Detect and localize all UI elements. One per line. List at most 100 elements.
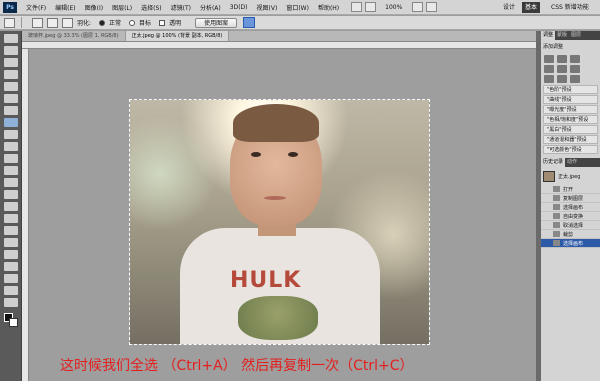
preset-curves[interactable]: "曲线"预设 xyxy=(543,95,598,104)
dodge-tool-icon[interactable] xyxy=(4,202,18,211)
adjust-icon-row-3 xyxy=(544,75,597,83)
menu-image[interactable]: 图像(I) xyxy=(85,3,103,12)
preset-black-white[interactable]: "黑白"预设 xyxy=(543,125,598,134)
shape-tool-icon[interactable] xyxy=(4,250,18,259)
document-tab-glass[interactable]: 玻璃杯.jpeg @ 33.3% (图层 1, RGB/8) xyxy=(22,31,126,41)
menu-edit[interactable]: 编辑(E) xyxy=(55,3,75,12)
subtract-selection-icon[interactable] xyxy=(62,17,73,28)
levels-icon[interactable] xyxy=(557,55,567,63)
history-item[interactable]: 选择画布 xyxy=(541,203,600,212)
history-panel-tabs: 历史记录 动作 xyxy=(541,158,600,167)
history-item[interactable]: 自由变换 xyxy=(541,212,600,221)
adjust-icon-row-2 xyxy=(544,65,597,73)
history-item-label: 复制图层 xyxy=(563,195,584,202)
brightness-icon[interactable] xyxy=(544,55,554,63)
hand-tool-icon[interactable] xyxy=(4,286,18,295)
menu-filter[interactable]: 滤镜(T) xyxy=(171,3,191,12)
curves-icon[interactable] xyxy=(570,55,580,63)
menu-select[interactable]: 选择(S) xyxy=(141,3,162,12)
pattern-picker-icon[interactable] xyxy=(243,17,256,28)
pen-tool-icon[interactable] xyxy=(4,214,18,223)
patch-tool-icon[interactable] xyxy=(4,118,18,127)
menu-bar: Ps 文件(F) 编辑(E) 图像(I) 图层(L) 选择(S) 滤镜(T) 分… xyxy=(0,0,600,15)
document-tab-active[interactable]: 正太.jpeg @ 100% (背景 副本, RGB/8) xyxy=(125,31,230,41)
mini-bridge-icon[interactable] xyxy=(365,2,377,12)
screen-mode-icon[interactable] xyxy=(426,2,438,12)
crop-tool-icon[interactable] xyxy=(4,82,18,91)
move-tool-icon[interactable] xyxy=(4,34,18,43)
history-step-icon xyxy=(553,204,560,210)
mode-target-radio[interactable] xyxy=(129,19,136,26)
preset-levels[interactable]: "色阶"预设 xyxy=(543,85,598,94)
add-selection-icon[interactable] xyxy=(47,17,58,28)
history-item[interactable]: 裁剪 xyxy=(541,230,600,239)
feather-label: 羽化: xyxy=(77,20,92,27)
tab-history[interactable]: 历史记录 xyxy=(541,158,566,167)
history-brush-tool-icon[interactable] xyxy=(4,154,18,163)
menu-file[interactable]: 文件(F) xyxy=(26,3,46,12)
divider xyxy=(21,17,22,28)
3d-rotate-tool-icon[interactable] xyxy=(4,262,18,271)
history-step-icon xyxy=(553,195,560,201)
brush-tool-icon[interactable] xyxy=(4,130,18,139)
snapshot-thumbnail xyxy=(543,170,555,182)
tool-preset-icon[interactable] xyxy=(4,17,15,28)
path-select-tool-icon[interactable] xyxy=(4,238,18,247)
preset-selective-color[interactable]: "可选颜色"预设 xyxy=(543,145,598,154)
menu-layer[interactable]: 图层(L) xyxy=(112,3,132,12)
preset-hue-saturation[interactable]: "色相/饱和度"预设 xyxy=(543,115,598,124)
preset-exposure[interactable]: "曝光度"预设 xyxy=(543,105,598,114)
background-color-swatch[interactable] xyxy=(9,318,18,327)
tab-actions[interactable]: 动作 xyxy=(565,158,579,167)
invert-icon[interactable] xyxy=(544,75,554,83)
bridge-icon[interactable] xyxy=(351,2,363,12)
hue-saturation-icon[interactable] xyxy=(557,65,567,73)
menu-help[interactable]: 帮助(H) xyxy=(318,3,339,12)
adjust-icon-row-1 xyxy=(544,55,597,63)
3d-orbit-tool-icon[interactable] xyxy=(4,274,18,283)
preset-channel-mixer[interactable]: "通道混和器"预设 xyxy=(543,135,598,144)
history-item-active[interactable]: 选择画布 xyxy=(541,239,600,248)
gradient-tool-icon[interactable] xyxy=(4,178,18,187)
vibrance-icon[interactable] xyxy=(544,65,554,73)
color-balance-icon[interactable] xyxy=(570,65,580,73)
tab-adjustments[interactable]: 调整 xyxy=(541,31,556,40)
blur-tool-icon[interactable] xyxy=(4,190,18,199)
zoom-level[interactable]: 100% xyxy=(385,4,402,11)
history-snapshot[interactable]: 正太.jpeg xyxy=(543,169,598,183)
adjust-title: 添加调整 xyxy=(543,44,564,50)
eraser-tool-icon[interactable] xyxy=(4,166,18,175)
adjust-panel-tabs: 调整 蒙版 图层 xyxy=(541,31,600,40)
marquee-tool-icon[interactable] xyxy=(4,46,18,55)
history-item[interactable]: 打开 xyxy=(541,185,600,194)
eyedropper-tool-icon[interactable] xyxy=(4,94,18,103)
history-item-label: 选择画布 xyxy=(563,240,584,247)
workspace-design[interactable]: 设计 xyxy=(500,2,518,13)
tab-layers[interactable]: 图层 xyxy=(569,31,583,40)
history-item[interactable]: 取消选择 xyxy=(541,221,600,230)
menu-window[interactable]: 窗口(W) xyxy=(286,3,309,12)
tutorial-caption: 这时候我们全选 （Ctrl+A） 然后再复制一次（Ctrl+C） xyxy=(60,358,414,374)
lasso-tool-icon[interactable] xyxy=(4,58,18,67)
history-item[interactable]: 复制图层 xyxy=(541,194,600,203)
transparent-checkbox[interactable] xyxy=(159,19,166,26)
clone-stamp-tool-icon[interactable] xyxy=(4,142,18,151)
zoom-tool-icon[interactable] xyxy=(4,298,18,307)
mode-normal-radio[interactable] xyxy=(99,19,106,26)
gradient-map-icon[interactable] xyxy=(570,75,580,83)
menu-3d[interactable]: 3D(D) xyxy=(230,4,248,11)
history-step-icon xyxy=(553,186,560,192)
new-selection-icon[interactable] xyxy=(32,17,43,28)
workspace-essentials[interactable]: 基本 xyxy=(522,2,541,13)
document-photo[interactable]: HULK xyxy=(129,99,430,345)
healing-brush-tool-icon[interactable] xyxy=(4,106,18,115)
arrange-documents-icon[interactable] xyxy=(412,2,424,12)
tab-masks[interactable]: 蒙版 xyxy=(555,31,569,40)
menu-view[interactable]: 视图(V) xyxy=(257,3,278,12)
workspace-css[interactable]: CSS 新增功能 xyxy=(548,2,592,13)
menu-analysis[interactable]: 分析(A) xyxy=(200,3,221,12)
use-pattern-button[interactable]: 使用图案 xyxy=(195,17,238,28)
type-tool-icon[interactable] xyxy=(4,226,18,235)
posterize-icon[interactable] xyxy=(557,75,567,83)
quick-select-tool-icon[interactable] xyxy=(4,70,18,79)
